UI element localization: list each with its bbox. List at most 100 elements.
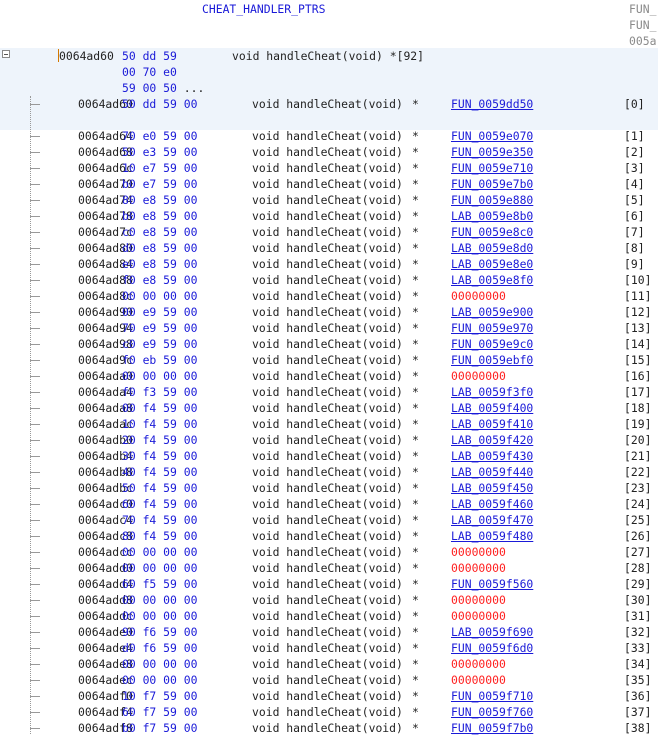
element-target[interactable]: LAB_0059f450	[451, 480, 533, 496]
array-element-row[interactable]: 0064ad94 70 e9 59 00 void handleCheat(void…	[0, 320, 658, 336]
element-target[interactable]: LAB_0059e8e0	[451, 256, 533, 272]
element-target[interactable]: FUN_0059e970	[451, 320, 533, 336]
data-label[interactable]: CHEAT_HANDLER_PTRS	[202, 1, 325, 17]
element-target[interactable]: 00000000	[451, 544, 506, 560]
element-target[interactable]: FUN_0059e350	[451, 144, 533, 160]
xref-3[interactable]: 005a	[629, 33, 656, 49]
element-index: [32]	[624, 625, 652, 639]
element-target[interactable]: FUN_0059f560	[451, 576, 533, 592]
element-target[interactable]: FUN_0059ebf0	[451, 352, 533, 368]
element-target[interactable]: LAB_0059f420	[451, 432, 533, 448]
element-target[interactable]: FUN_0059e9c0	[451, 336, 533, 352]
element-bytes: 90 f6 59 00	[122, 625, 198, 639]
element-target[interactable]: LAB_0059f460	[451, 496, 533, 512]
array-element-row[interactable]: 0064adec 00 00 00 00 void handleCheat(void…	[0, 672, 658, 688]
array-element-row[interactable]: 0064ad78 b0 e8 59 00 void handleCheat(void…	[0, 208, 658, 224]
element-pointer-star: *	[412, 225, 419, 239]
array-element-row[interactable]: 0064add8 00 00 00 00 void handleCheat(void…	[0, 592, 658, 608]
array-element-row[interactable]: 0064ad70 b0 e7 59 00 void handleCheat(void…	[0, 176, 658, 192]
tree-branch-tick	[30, 712, 40, 713]
element-target[interactable]: FUN_0059e8c0	[451, 224, 533, 240]
array-element-row[interactable]: 0064ade8 00 00 00 00 void handleCheat(void…	[0, 656, 658, 672]
element-pointer-star: *	[412, 385, 419, 399]
array-element-row[interactable]: 0064adc8 80 f4 59 00 void handleCheat(void…	[0, 528, 658, 544]
array-element-row[interactable]: 0064adac 10 f4 59 00 void handleCheat(void…	[0, 416, 658, 432]
element-index: [37]	[624, 705, 652, 719]
element-type: void handleCheat(void)	[252, 593, 403, 607]
array-element-row[interactable]: 0064adcc 00 00 00 00 void handleCheat(void…	[0, 544, 658, 560]
element-target[interactable]: LAB_0059e8b0	[451, 208, 533, 224]
array-element-row[interactable]: 0064ad80 d0 e8 59 00 void handleCheat(void…	[0, 240, 658, 256]
element-target[interactable]: FUN_0059f760	[451, 704, 533, 720]
element-target[interactable]: FUN_0059e880	[451, 192, 533, 208]
array-element-row[interactable]: 0064ad74 80 e8 59 00 void handleCheat(void…	[0, 192, 658, 208]
element-type: void handleCheat(void)	[252, 241, 403, 255]
element-target[interactable]: LAB_0059e8f0	[451, 272, 533, 288]
collapse-toggle-icon[interactable]	[2, 50, 10, 58]
array-declaration[interactable]: void handleCheat(void) *[92]	[232, 48, 424, 64]
tree-branch-tick	[30, 312, 40, 313]
array-element-row[interactable]: 0064ada4 f0 f3 59 00 void handleCheat(void…	[0, 384, 658, 400]
array-element-row[interactable]: 0064ad98 c0 e9 59 00 void handleCheat(void…	[0, 336, 658, 352]
element-target[interactable]: LAB_0059f480	[451, 528, 533, 544]
element-target[interactable]: FUN_0059e7b0	[451, 176, 533, 192]
element-target[interactable]: FUN_0059dd50	[451, 96, 533, 112]
array-element-row[interactable]: 0064ada8 00 f4 59 00 void handleCheat(void…	[0, 400, 658, 416]
element-target[interactable]: LAB_0059f470	[451, 512, 533, 528]
element-type: void handleCheat(void)	[252, 161, 403, 175]
array-element-row[interactable]: 0064ad8c 00 00 00 00 void handleCheat(void…	[0, 288, 658, 304]
array-element-row[interactable]: 0064ada0 00 00 00 00 void handleCheat(void…	[0, 368, 658, 384]
element-pointer-star: *	[412, 273, 419, 287]
element-target[interactable]: 00000000	[451, 368, 506, 384]
array-element-row[interactable]: 0064adf4 60 f7 59 00 void handleCheat(void…	[0, 704, 658, 720]
array-element-row[interactable]: 0064adb0 20 f4 59 00 void handleCheat(void…	[0, 432, 658, 448]
element-target[interactable]: LAB_0059f400	[451, 400, 533, 416]
array-element-row[interactable]: 0064ad88 f0 e8 59 00 void handleCheat(void…	[0, 272, 658, 288]
element-target[interactable]: LAB_0059f430	[451, 448, 533, 464]
array-element-row[interactable]: 0064ad90 00 e9 59 00 void handleCheat(void…	[0, 304, 658, 320]
array-element-row[interactable]: 0064ade4 d0 f6 59 00 void handleCheat(void…	[0, 640, 658, 656]
array-element-row[interactable]: 0064adc4 70 f4 59 00 void handleCheat(void…	[0, 512, 658, 528]
element-target[interactable]: 00000000	[451, 592, 506, 608]
array-element-row[interactable]: 0064ad60 50 dd 59 00 void handleCheat(void…	[0, 96, 658, 112]
array-element-row[interactable]: 0064adb4 30 f4 59 00 void handleCheat(void…	[0, 448, 658, 464]
element-target[interactable]: LAB_0059e8d0	[451, 240, 533, 256]
array-element-row[interactable]: 0064ad64 70 e0 59 00 void handleCheat(void…	[0, 128, 658, 144]
array-element-row[interactable]: 0064ade0 90 f6 59 00 void handleCheat(void…	[0, 624, 658, 640]
element-target[interactable]: LAB_0059f440	[451, 464, 533, 480]
element-target[interactable]: LAB_0059f690	[451, 624, 533, 640]
element-target[interactable]: LAB_0059f410	[451, 416, 533, 432]
tree-branch-tick	[30, 232, 40, 233]
element-target[interactable]: 00000000	[451, 672, 506, 688]
element-target[interactable]: LAB_0059f3f0	[451, 384, 533, 400]
array-element-row[interactable]: 0064ad84 e0 e8 59 00 void handleCheat(void…	[0, 256, 658, 272]
array-element-row[interactable]: 0064add0 00 00 00 00 void handleCheat(void…	[0, 560, 658, 576]
element-bytes: 80 f4 59 00	[122, 529, 198, 543]
array-element-row[interactable]: 0064add4 60 f5 59 00 void handleCheat(void…	[0, 576, 658, 592]
array-element-row[interactable]: 0064ad7c c0 e8 59 00 void handleCheat(void…	[0, 224, 658, 240]
array-element-row[interactable]: 0064ad6c 10 e7 59 00 void handleCheat(void…	[0, 160, 658, 176]
array-element-row[interactable]: 0064ad68 50 e3 59 00 void handleCheat(void…	[0, 144, 658, 160]
array-address[interactable]: 0064ad60	[58, 48, 114, 64]
array-element-row[interactable]: 0064addc 00 00 00 00 void handleCheat(void…	[0, 608, 658, 624]
array-element-row[interactable]: 0064adf0 10 f7 59 00 void handleCheat(void…	[0, 688, 658, 704]
element-pointer-star: *	[412, 241, 419, 255]
element-target[interactable]: 00000000	[451, 608, 506, 624]
element-target[interactable]: FUN_0059f6d0	[451, 640, 533, 656]
element-target[interactable]: FUN_0059e710	[451, 160, 533, 176]
element-index: [31]	[624, 609, 652, 623]
element-pointer-star: *	[412, 657, 419, 671]
array-element-row[interactable]: 0064adbc 50 f4 59 00 void handleCheat(void…	[0, 480, 658, 496]
xref-2[interactable]: FUN_	[629, 17, 656, 33]
xref-1[interactable]: FUN_	[629, 1, 656, 17]
element-target[interactable]: 00000000	[451, 560, 506, 576]
array-element-row[interactable]: 0064adc0 60 f4 59 00 void handleCheat(void…	[0, 496, 658, 512]
element-target[interactable]: 00000000	[451, 288, 506, 304]
array-bytes-line-1: 50 dd 59	[122, 49, 177, 63]
element-target[interactable]: 00000000	[451, 656, 506, 672]
element-target[interactable]: FUN_0059e070	[451, 128, 533, 144]
element-target[interactable]: FUN_0059f710	[451, 688, 533, 704]
array-element-row[interactable]: 0064adb8 40 f4 59 00 void handleCheat(void…	[0, 464, 658, 480]
element-target[interactable]: LAB_0059e900	[451, 304, 533, 320]
array-element-row[interactable]: 0064ad9c f0 eb 59 00 void handleCheat(void…	[0, 352, 658, 368]
